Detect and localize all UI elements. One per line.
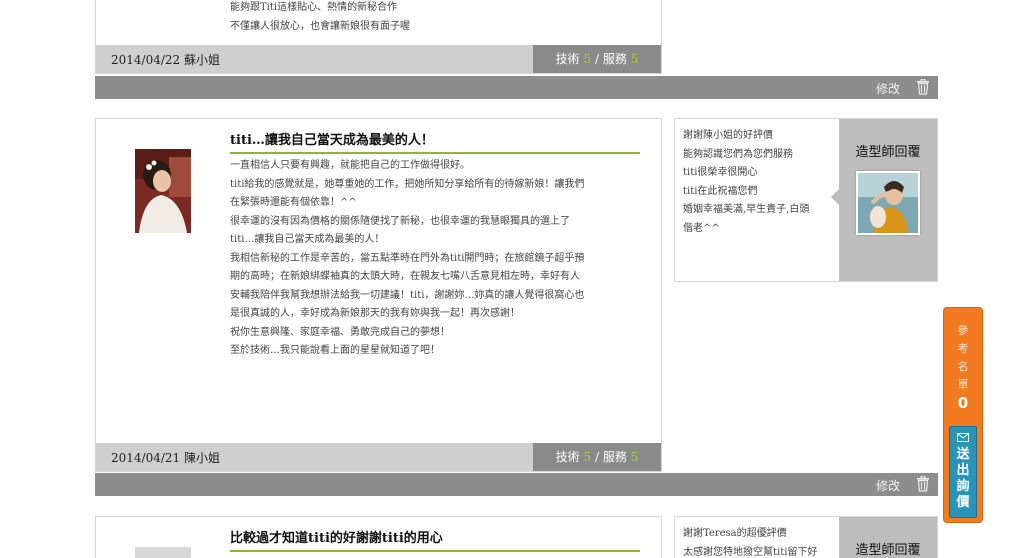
reply-line: 太感謝您特地撥空幫titi留下好 [683,546,818,558]
reply-line: 偕老^^ [683,222,720,234]
review-body-line: 能夠跟Titi這樣貼心、熱情的新秘合作 [230,2,398,13]
reviewer-name: 蘇小姐 [184,53,221,67]
title-divider [230,152,640,154]
ref-label-char: 名 [957,360,969,373]
trash-icon[interactable] [916,476,930,492]
review-body-line: 期的高時；在新娘綁蝶袖真的太頭大時，在親友七嘴八舌意見相左時，幸好有人 [230,271,580,282]
review-footer: 2014/04/21 陳小姐 技術 5 / 服務 5 [96,443,661,471]
stylist-box: 造型師回覆 [831,119,937,281]
inquiry-char: 送 [956,447,970,462]
score-service-label: 服務 [602,52,627,66]
review-body: 能夠跟Titi這樣貼心、熱情的新秘合作 不僅讓人很放心，也會讓新娘很有面子喔 [230,0,640,36]
stylist-reply-panel: 謝謝陳小姐的好評價 能夠認識您們為您們服務 titi很榮幸很開心 titi在此祝… [674,118,938,282]
review-body-line: titi…讓我自己當天成為最美的人！ [230,234,385,245]
review-date-reviewer: 2014/04/22 蘇小姐 [111,51,220,68]
review-body-line: 是很真誠的人，幸好成為新娘那天的我有妳與我一起！再次感謝！ [230,308,520,319]
reviewer-avatar [135,149,191,233]
score-service-label: 服務 [602,450,627,464]
score-box: 技術 5 / 服務 5 [533,443,661,471]
score-service-value: 5 [630,450,639,464]
score-service-value: 5 [630,52,639,66]
score-separator: / [594,450,603,464]
review-body-line: 安輔我陪伴我幫我想辦法給我一切建議！titi，謝謝妳…妳真的讓人覺得很窩心也 [230,289,585,301]
reference-count: 0 [957,394,969,412]
review-body: 一直相信人只要有興趣，就能把自己的工作做得很好。 titi給我的感覺就是，她尊重… [230,157,640,361]
review-body-line: 至於技術…我只能說看上面的星星就知道了吧！ [230,345,440,356]
review-date: 2014/04/22 [111,53,181,67]
score-separator: / [594,52,603,66]
review-title: 比較過才知道titi的好謝謝titi的用心 [230,531,443,546]
send-inquiry-label: 送 出 詢 價 [950,447,976,511]
review-body-line: 在緊張時還能有個依靠！^^ [230,197,357,208]
title-divider [230,550,640,552]
review-card: 比較過才知道titi的好謝謝titi的用心 [95,516,662,558]
review-action-bar: 修改 [95,473,938,496]
review-body-line: 很幸運的沒有因為價格的關係隨便找了新秘，也很幸運的我慧眼獨具的選上了 [230,215,570,227]
reply-line: titi很榮幸很開心 [683,167,758,178]
stylist-box: 造型師回覆 [839,517,937,558]
review-action-bar: 修改 [95,76,938,99]
reply-line: 謝謝陳小姐的好評價 [683,130,773,141]
reply-text: 謝謝陳小姐的好評價 能夠認識您們為您們服務 titi很榮幸很開心 titi在此祝… [683,127,833,238]
review-body-line: titi給我的感覺就是，她尊重她的工作，把她所知分享給所有的待嫁新娘！讓我們 [230,178,585,190]
reference-list-widget: 參 考 名 單 0 送 出 詢 價 [943,307,983,523]
stylist-reply-title: 造型師回覆 [855,543,921,558]
ref-label-char: 單 [957,378,969,391]
inquiry-char: 出 [956,463,970,478]
reply-line: 婚姻幸福美滿,早生貴子,白頭 [683,204,810,215]
stylist-photo [858,173,918,233]
stylist-reply-panel: 謝謝Teresa的超優評價 太感謝您特地撥空幫titi留下好 造型師回覆 [674,516,938,558]
inquiry-char: 詢 [956,479,970,494]
review-footer: 2014/04/22 蘇小姐 技術 5 / 服務 5 [96,45,661,73]
pointer-arrow-icon [831,189,839,205]
ref-label-char: 考 [957,342,969,355]
score-tech-label: 技術 [555,52,580,66]
reply-line: titi在此祝福您們 [683,185,758,197]
review-card: 能夠跟Titi這樣貼心、熱情的新秘合作 不僅讓人很放心，也會讓新娘很有面子喔 2… [95,0,662,74]
score-tech-label: 技術 [555,450,580,464]
edit-link[interactable]: 修改 [876,80,900,97]
score-tech-value: 5 [583,450,592,464]
review-body-line: 不僅讓人很放心，也會讓新娘很有面子喔 [230,20,410,32]
edit-link[interactable]: 修改 [876,477,900,494]
reviewer-avatar [135,547,191,558]
reviewer-name: 陳小姐 [184,451,221,465]
review-card: titi…讓我自己當天成為最美的人！ 一直相信人只要有興趣，就能把自己的工作做得… [95,118,662,472]
mail-icon [957,433,969,442]
review-body-line: 祝你生意興隆、家庭幸福、勇敢完成自己的夢想！ [230,326,450,338]
reviewer-photo [135,149,191,233]
stylist-avatar [856,171,920,235]
reply-line: 謝謝Teresa的超優評價 [683,528,787,539]
score-tech-value: 5 [583,52,592,66]
send-inquiry-button[interactable]: 送 出 詢 價 [949,426,977,518]
review-body-line: 我相信新秘的工作是辛苦的，當五點準時在門外為titi開門時；在旅館鏡子超乎預 [230,252,585,264]
review-body-line: 一直相信人只要有興趣，就能把自己的工作做得很好。 [230,160,470,171]
review-title: titi…讓我自己當天成為最美的人！ [230,133,434,148]
review-date: 2014/04/21 [111,451,181,465]
reply-line: 能夠認識您們為您們服務 [683,148,793,160]
reference-list-label[interactable]: 參 考 名 單 [944,322,982,394]
trash-icon[interactable] [916,79,930,95]
stylist-reply-title: 造型師回覆 [855,145,921,160]
review-date-reviewer: 2014/04/21 陳小姐 [111,449,220,466]
reply-text: 謝謝Teresa的超優評價 太感謝您特地撥空幫titi留下好 [683,525,833,558]
ref-label-char: 參 [957,324,969,337]
inquiry-char: 價 [956,495,970,510]
score-box: 技術 5 / 服務 5 [533,45,661,73]
